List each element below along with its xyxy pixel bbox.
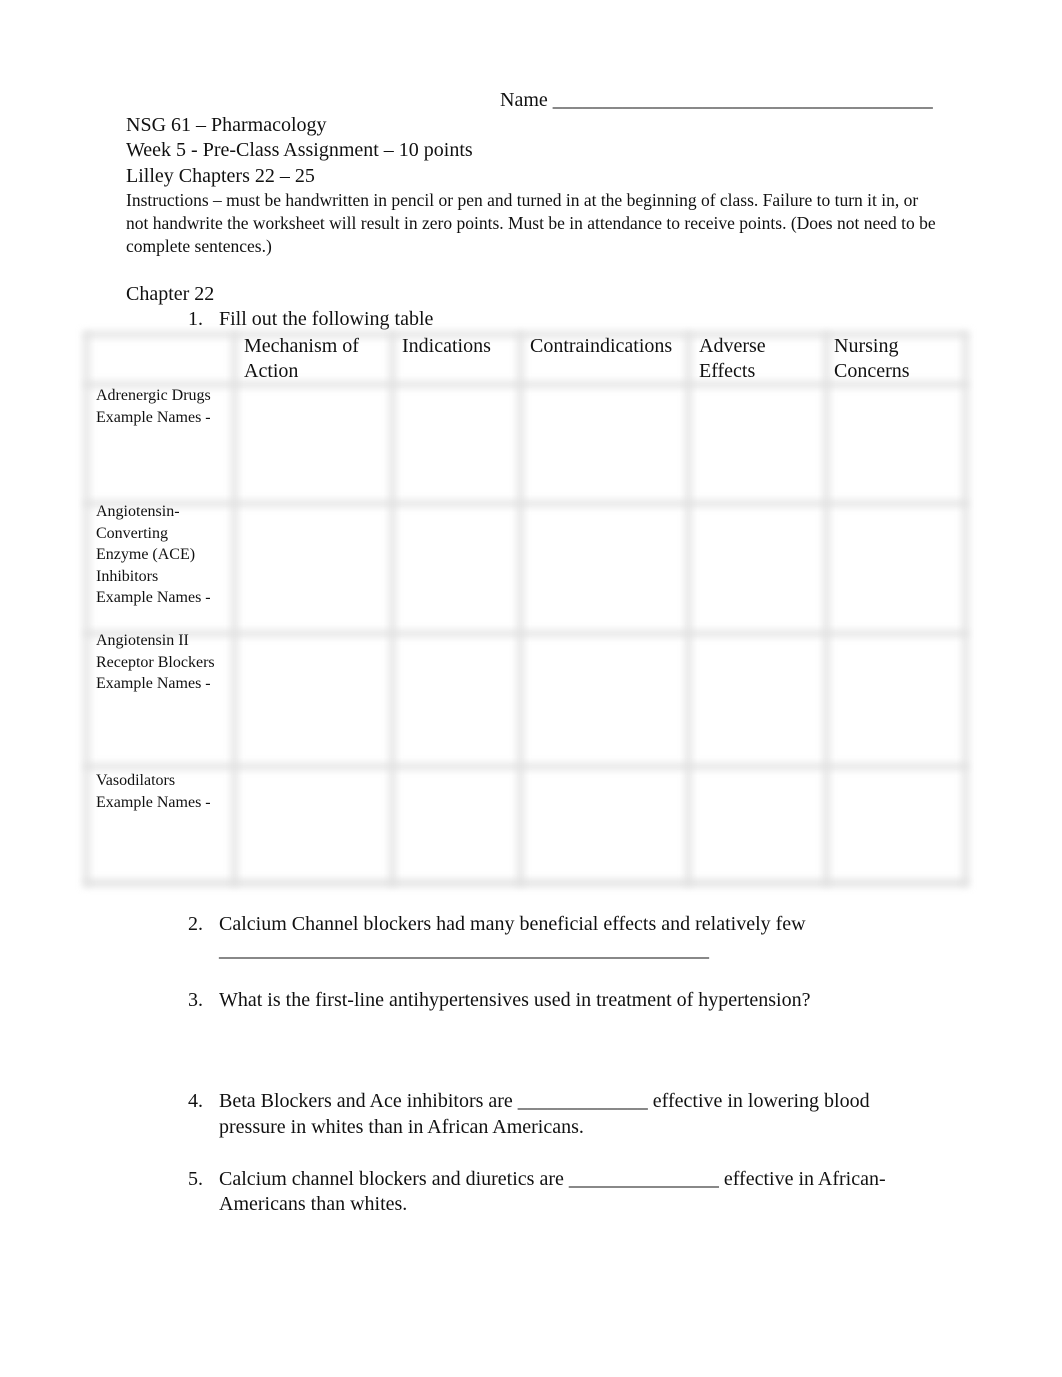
assignment-title: Week 5 - Pre-Class Assignment – 10 point…	[126, 139, 473, 161]
question-text: Calcium Channel blockers had many benefi…	[219, 913, 806, 935]
column-header-contraindications: Contraindications	[530, 334, 672, 359]
row-label-adrenergic-drugs: Adrenergic Drugs Example Names -	[96, 385, 211, 428]
column-header-adverse-effects: Adverse Effects	[699, 334, 766, 384]
table-divider-row	[84, 764, 968, 769]
table-col-divider	[518, 332, 523, 886]
row-label-line: Receptor Blockers	[96, 653, 215, 671]
course-title: NSG 61 – Pharmacology	[126, 114, 327, 136]
table-border-left	[84, 332, 89, 886]
header-line: Mechanism of	[244, 335, 359, 357]
row-label-line: Converting	[96, 524, 168, 542]
row-label-arbs: Angiotensin II Receptor Blockers Example…	[96, 630, 215, 695]
drug-class-table: Mechanism of Action Indications Contrain…	[80, 328, 972, 890]
column-header-nursing-concerns: Nursing Concerns	[834, 334, 910, 384]
header-line: Concerns	[834, 360, 910, 382]
question-number: 4.	[188, 1090, 203, 1112]
header-line: Nursing	[834, 335, 899, 357]
column-header-indications: Indications	[402, 334, 491, 359]
question-text: Calcium channel blockers and diuretics a…	[219, 1168, 886, 1190]
chapters-title: Lilley Chapters 22 – 25	[126, 165, 315, 187]
row-label-ace-inhibitors: Angiotensin- Converting Enzyme (ACE) Inh…	[96, 501, 211, 609]
row-label-line: Angiotensin-	[96, 503, 180, 520]
row-label-line: Example Names -	[96, 793, 211, 811]
row-label-line: Example Names -	[96, 408, 211, 426]
row-label-line: Example Names -	[96, 589, 211, 606]
question-text-continued: pressure in whites than in African Ameri…	[219, 1116, 584, 1138]
table-divider-row	[84, 501, 968, 506]
answer-blank: ________________________________________…	[219, 939, 709, 961]
question-number: 5.	[188, 1168, 203, 1190]
header-line: Effects	[699, 360, 756, 382]
header-line: Action	[244, 360, 299, 382]
header-line: Adverse	[699, 335, 766, 357]
chapter-heading: Chapter 22	[126, 283, 215, 305]
question-text: Beta Blockers and Ace inhibitors are ___…	[219, 1090, 870, 1112]
header-line: Indications	[402, 335, 491, 357]
table-col-divider	[686, 332, 691, 886]
table-divider-row	[84, 631, 968, 636]
table-border-right	[963, 332, 968, 886]
question-text: What is the first-line antihypertensives…	[219, 989, 811, 1011]
row-label-line: Inhibitors	[96, 567, 159, 585]
row-label-line: Enzyme (ACE)	[96, 546, 196, 563]
row-label-line: Vasodilators	[96, 772, 176, 789]
question-number: 3.	[188, 989, 203, 1011]
table-border-bottom	[84, 880, 968, 886]
table-col-divider	[232, 332, 237, 886]
instructions-text: Instructions – must be handwritten in pe…	[126, 190, 936, 256]
column-header-mechanism: Mechanism of Action	[244, 334, 359, 384]
table-col-divider	[390, 332, 395, 886]
header-line: Contraindications	[530, 335, 673, 357]
table-col-divider	[824, 332, 829, 886]
name-field-label: Name ___________________________________…	[500, 89, 933, 111]
row-label-line: Angiotensin II	[96, 632, 189, 649]
row-label-line: Adrenergic Drugs	[96, 387, 211, 404]
question-number: 2.	[188, 913, 203, 935]
question-text-continued: Americans than whites.	[219, 1193, 408, 1215]
row-label-line: Example Names -	[96, 675, 211, 692]
row-label-vasodilators: Vasodilators Example Names -	[96, 770, 211, 813]
